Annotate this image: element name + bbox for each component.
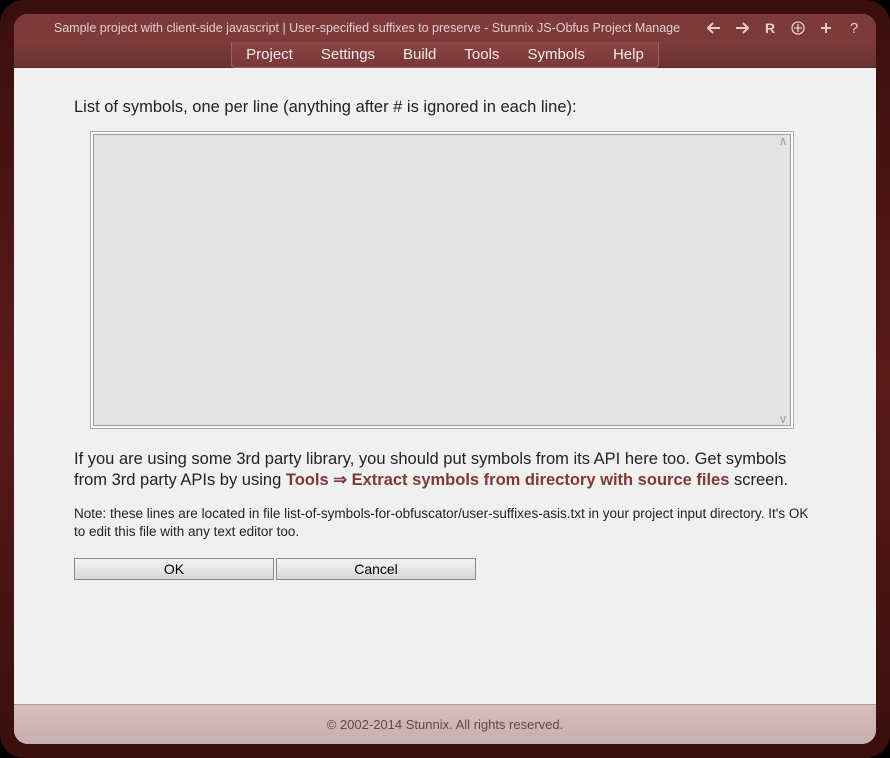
help-icon[interactable]: ? — [846, 20, 862, 36]
menu-settings[interactable]: Settings — [307, 42, 389, 68]
third-party-hint: If you are using some 3rd party library,… — [74, 449, 816, 491]
symbols-textarea-wrap: ∧ ∨ — [90, 131, 794, 429]
menu-tools[interactable]: Tools — [450, 42, 513, 68]
symbols-textarea[interactable] — [93, 134, 791, 426]
content-area: List of symbols, one per line (anything … — [14, 68, 876, 704]
footer: © 2002-2014 Stunnix. All rights reserved… — [14, 704, 876, 744]
button-row: OK Cancel — [74, 558, 816, 580]
titlebar: Sample project with client-side javascri… — [14, 14, 876, 42]
hint-text-after: screen. — [729, 471, 788, 489]
back-arrow-icon[interactable] — [706, 20, 722, 36]
file-location-note: Note: these lines are located in file li… — [74, 505, 816, 540]
copyright-text: © 2002-2014 Stunnix. All rights reserved… — [327, 717, 564, 732]
menu-project[interactable]: Project — [232, 42, 307, 68]
menu-symbols[interactable]: Symbols — [513, 42, 599, 68]
project-manager-window: Sample project with client-side javascri… — [14, 14, 876, 744]
instruction-label: List of symbols, one per line (anything … — [74, 98, 816, 117]
add-circle-icon[interactable] — [790, 20, 806, 36]
menu-build[interactable]: Build — [389, 42, 450, 68]
menubar: Project Settings Build Tools Symbols Hel… — [14, 42, 876, 68]
forward-arrow-icon[interactable] — [734, 20, 750, 36]
cancel-button[interactable]: Cancel — [276, 558, 476, 580]
plus-icon[interactable] — [818, 20, 834, 36]
reload-icon[interactable]: R — [762, 20, 778, 36]
titlebar-controls: R ? — [706, 20, 862, 36]
extract-symbols-link[interactable]: Tools ⇒ Extract symbols from directory w… — [286, 471, 730, 489]
window-title: Sample project with client-side javascri… — [28, 21, 706, 35]
menu-help[interactable]: Help — [599, 42, 658, 68]
ok-button[interactable]: OK — [74, 558, 274, 580]
